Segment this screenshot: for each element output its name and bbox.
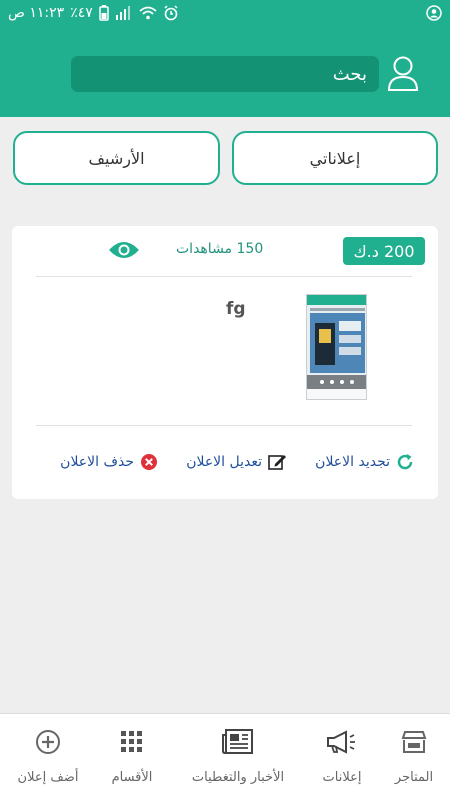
tab-my-ads-label: إعلاناتي [309, 148, 361, 168]
tab-my-ads[interactable]: إعلاناتي [232, 131, 438, 185]
search-input[interactable]: بحث [71, 56, 379, 92]
ad-thumbnail[interactable] [306, 294, 367, 400]
edit-ad-label: تعديل الاعلان [186, 454, 262, 470]
bottom-nav: المتاجر إعلانات الأخبار والتغطيات الأقسا… [0, 713, 450, 800]
tab-archive-label: الأرشيف [88, 148, 145, 168]
renew-ad-button[interactable]: تجديد الاعلان [315, 453, 414, 471]
delete-ad-label: حذف الاعلان [60, 454, 134, 470]
nav-categories[interactable]: الأقسام [100, 728, 164, 785]
app-header: بحث [0, 30, 450, 117]
alarm-icon [163, 5, 179, 21]
megaphone-icon [326, 728, 358, 756]
views-count: 150 مشاهدات [176, 241, 264, 257]
account-status-icon [426, 5, 442, 21]
card-divider-bottom [36, 425, 412, 426]
user-icon[interactable] [386, 54, 420, 94]
nav-news-label: الأخبار والتغطيات [191, 770, 285, 785]
status-battery: ٪٤٧ [70, 5, 93, 21]
renew-ad-label: تجديد الاعلان [315, 454, 390, 470]
newspaper-icon [222, 728, 254, 756]
nav-news[interactable]: الأخبار والتغطيات [180, 728, 296, 785]
delete-ad-button[interactable]: حذف الاعلان [60, 453, 158, 471]
ad-title: fg [226, 299, 246, 319]
status-time: ١١:٢٣ ص [8, 5, 65, 21]
edit-icon [268, 453, 288, 471]
store-icon [398, 728, 430, 756]
nav-ads-label: إعلانات [322, 770, 362, 785]
ad-card[interactable]: 200 د.ك 150 مشاهدات fg تجديد الاعلان تعد… [12, 226, 438, 499]
refresh-icon [396, 453, 414, 471]
nav-add-ad-label: أضف إعلان [17, 770, 79, 785]
plus-circle-icon [32, 728, 64, 756]
grid-icon [116, 728, 148, 756]
nav-ads[interactable]: إعلانات [310, 728, 374, 785]
wifi-icon [139, 6, 157, 20]
nav-stores-label: المتاجر [394, 770, 434, 785]
edit-ad-button[interactable]: تعديل الاعلان [186, 453, 288, 471]
tab-archive[interactable]: الأرشيف [13, 131, 220, 185]
nav-add-ad[interactable]: أضف إعلان [8, 728, 88, 785]
status-left: ١١:٢٣ ص ٪٤٧ [8, 5, 179, 21]
eye-icon [108, 240, 140, 260]
nav-categories-label: الأقسام [111, 770, 153, 785]
search-placeholder: بحث [332, 63, 367, 85]
status-bar: ١١:٢٣ ص ٪٤٧ [0, 0, 450, 30]
price-badge: 200 د.ك [343, 237, 425, 265]
card-divider-top [36, 276, 412, 277]
battery-icon [99, 5, 109, 21]
delete-icon [140, 453, 158, 471]
nav-stores[interactable]: المتاجر [384, 728, 444, 785]
signal-icon [115, 6, 133, 20]
